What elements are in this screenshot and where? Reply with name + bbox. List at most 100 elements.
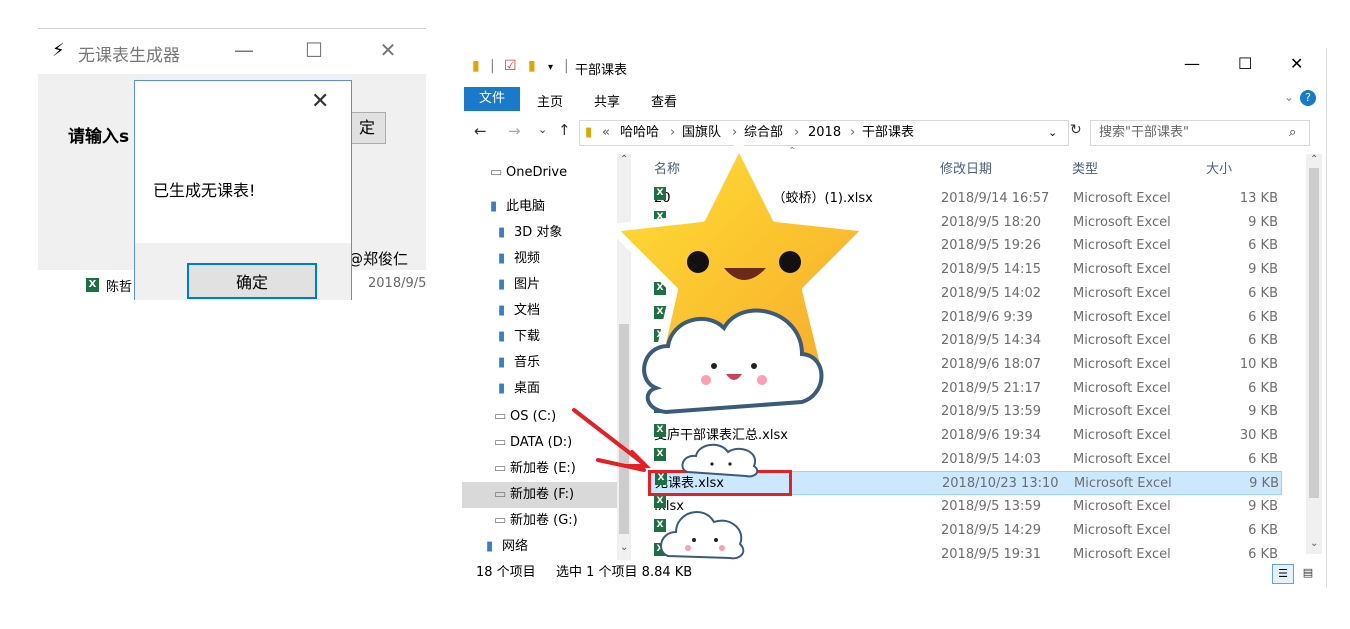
nav-item-label: 下载	[514, 329, 541, 344]
explorer-window: ▮ | ☑ ▮ ▾ | 干部课表 — ☐ ✕ 文件 主页 共享 查看 ⌄ ? ←…	[462, 48, 1327, 588]
file-date: 2018/9/5 13:59	[941, 499, 1041, 515]
back-arrow-icon[interactable]: ←	[474, 122, 487, 140]
file-type: Microsoft Excel	[1073, 499, 1171, 515]
input-prompt-label: 请输入s	[68, 127, 130, 147]
ok-button[interactable]: 确定	[187, 263, 317, 299]
file-size: 6 KB	[1248, 451, 1278, 467]
scroll-thumb[interactable]	[1309, 168, 1319, 498]
nav-item-label: 视频	[514, 251, 541, 266]
window-title: 无课表生成器	[78, 46, 180, 66]
scroll-up-icon[interactable]: ⌃	[1310, 154, 1318, 165]
maximize-button[interactable]: ☐	[294, 38, 334, 62]
scroll-down-icon[interactable]: ⌄	[620, 542, 628, 553]
nav-item-label: 文档	[514, 303, 541, 318]
file-date: 2018/9/5 14:15	[941, 262, 1041, 278]
computer-icon: ▮	[490, 199, 498, 214]
file-list-scrollbar[interactable]: ⌃ ⌄	[1306, 154, 1322, 554]
address-dropdown-icon[interactable]: ⌄	[1048, 121, 1057, 145]
nav-item[interactable]: ▮ 图片	[462, 272, 617, 298]
file-size: 9 KB	[1248, 404, 1278, 420]
nav-item[interactable]: ▭ 新加卷 (F:)	[462, 482, 617, 508]
file-date: 2018/9/5 14:29	[941, 522, 1041, 538]
file-date: 2018/9/14 16:57	[941, 191, 1050, 206]
column-header-type[interactable]: 类型	[1072, 158, 1098, 177]
status-bar: 18 个项目 选中 1 个项目 8.84 KB ☰ ▤	[462, 560, 1326, 586]
file-date: 2018/9/5 19:26	[941, 238, 1041, 254]
star-eye	[687, 251, 709, 273]
file-size: 6 KB	[1248, 522, 1278, 538]
file-size: 13 KB	[1239, 191, 1278, 206]
music-icon: ▮	[498, 355, 506, 370]
nav-item[interactable]: ▮ 此电脑	[462, 194, 617, 220]
file-size: 6 KB	[1248, 380, 1278, 396]
search-placeholder: 搜索"干部课表"	[1099, 125, 1189, 140]
file-date: 2018/9/5 18:20	[941, 214, 1041, 230]
cloud-eye	[711, 363, 717, 369]
drive-icon: ▭	[494, 487, 507, 502]
dialog-message: 已生成无课表!	[153, 181, 256, 200]
minimize-button[interactable]: —	[1184, 54, 1200, 73]
minimize-button[interactable]: —	[224, 38, 264, 62]
large-icons-view-icon[interactable]: ▤	[1298, 564, 1318, 582]
cloud-icon	[681, 443, 759, 478]
nav-item[interactable]: ▮ 网络	[462, 534, 617, 560]
search-input[interactable]: 搜索"干部课表" ⌕	[1090, 120, 1310, 146]
new-folder-icon[interactable]: ▮	[528, 58, 536, 74]
file-size: 9 KB	[1248, 262, 1278, 278]
nav-item[interactable]: ▮ 3D 对象	[462, 220, 617, 246]
cloud-cheek	[701, 375, 711, 385]
nav-item[interactable]: ▮ 下载	[462, 324, 617, 350]
column-header-size[interactable]: 大小	[1206, 158, 1232, 177]
maximize-button[interactable]: ☐	[1238, 54, 1252, 73]
file-type: Microsoft Excel	[1073, 356, 1171, 372]
nav-item-label: 新加卷 (F:)	[510, 487, 575, 502]
nav-item-label: 图片	[514, 277, 541, 292]
properties-icon[interactable]: ☑	[504, 58, 517, 74]
recent-locations-icon[interactable]: ⌄	[538, 123, 547, 136]
cloud-eye	[714, 538, 718, 542]
cloud-eye	[751, 363, 757, 369]
separator: |	[490, 58, 495, 74]
nav-item-label: 3D 对象	[514, 225, 563, 240]
dialog-close-button[interactable]: ✕	[311, 89, 329, 114]
generate-button[interactable]: 定	[348, 112, 386, 144]
help-icon[interactable]: ?	[1300, 90, 1316, 106]
nav-item[interactable]: ▮ 文档	[462, 298, 617, 324]
file-date: 2018/9/5 21:17	[941, 380, 1041, 396]
up-arrow-icon[interactable]: ↑	[558, 121, 571, 139]
details-view-icon[interactable]: ☰	[1272, 564, 1294, 584]
file-type: Microsoft Excel	[1073, 380, 1171, 396]
documents-icon: ▮	[498, 303, 506, 318]
file-type: Microsoft Excel	[1073, 522, 1171, 538]
nav-item[interactable]: ▮ 音乐	[462, 350, 617, 376]
cloud-eye	[710, 462, 714, 466]
tab-share[interactable]: 共享	[594, 91, 620, 110]
message-dialog: ✕ 已生成无课表! 确定	[134, 80, 352, 300]
cloud-cheek	[719, 545, 725, 551]
drive-icon: ▭	[494, 435, 507, 450]
video-icon: ▮	[498, 251, 506, 266]
close-button[interactable]: ✕	[368, 38, 408, 62]
file-date: 2018/9/6 19:34	[941, 428, 1041, 443]
file-type: Microsoft Excel	[1073, 404, 1171, 420]
drive-icon: ▭	[494, 513, 507, 528]
nav-item[interactable]: ▮ 视频	[462, 246, 617, 272]
scroll-down-icon[interactable]: ⌄	[1310, 538, 1318, 549]
file-size: 9 KB	[1249, 476, 1279, 492]
chevron-down-icon[interactable]: ⌄	[1284, 90, 1294, 104]
tab-view[interactable]: 查看	[651, 91, 677, 110]
column-header-date[interactable]: 修改日期	[940, 158, 992, 177]
customize-dropdown-icon[interactable]: ▾	[548, 62, 553, 73]
nav-item[interactable]: ▭ 新加卷 (G:)	[462, 508, 617, 534]
file-size: 10 KB	[1239, 356, 1278, 372]
tab-home[interactable]: 主页	[537, 91, 563, 110]
nav-item[interactable]: ▮ 桌面	[462, 376, 617, 402]
file-size: 9 KB	[1248, 499, 1278, 515]
close-button[interactable]: ✕	[1290, 54, 1303, 73]
nav-item[interactable]: ▭ OneDrive	[462, 160, 617, 186]
pictures-icon: ▮	[498, 277, 506, 292]
forward-arrow-icon[interactable]: →	[508, 122, 521, 140]
file-type: Microsoft Excel	[1073, 428, 1171, 443]
refresh-icon[interactable]: ↻	[1070, 122, 1082, 138]
tab-file[interactable]: 文件	[464, 87, 520, 111]
